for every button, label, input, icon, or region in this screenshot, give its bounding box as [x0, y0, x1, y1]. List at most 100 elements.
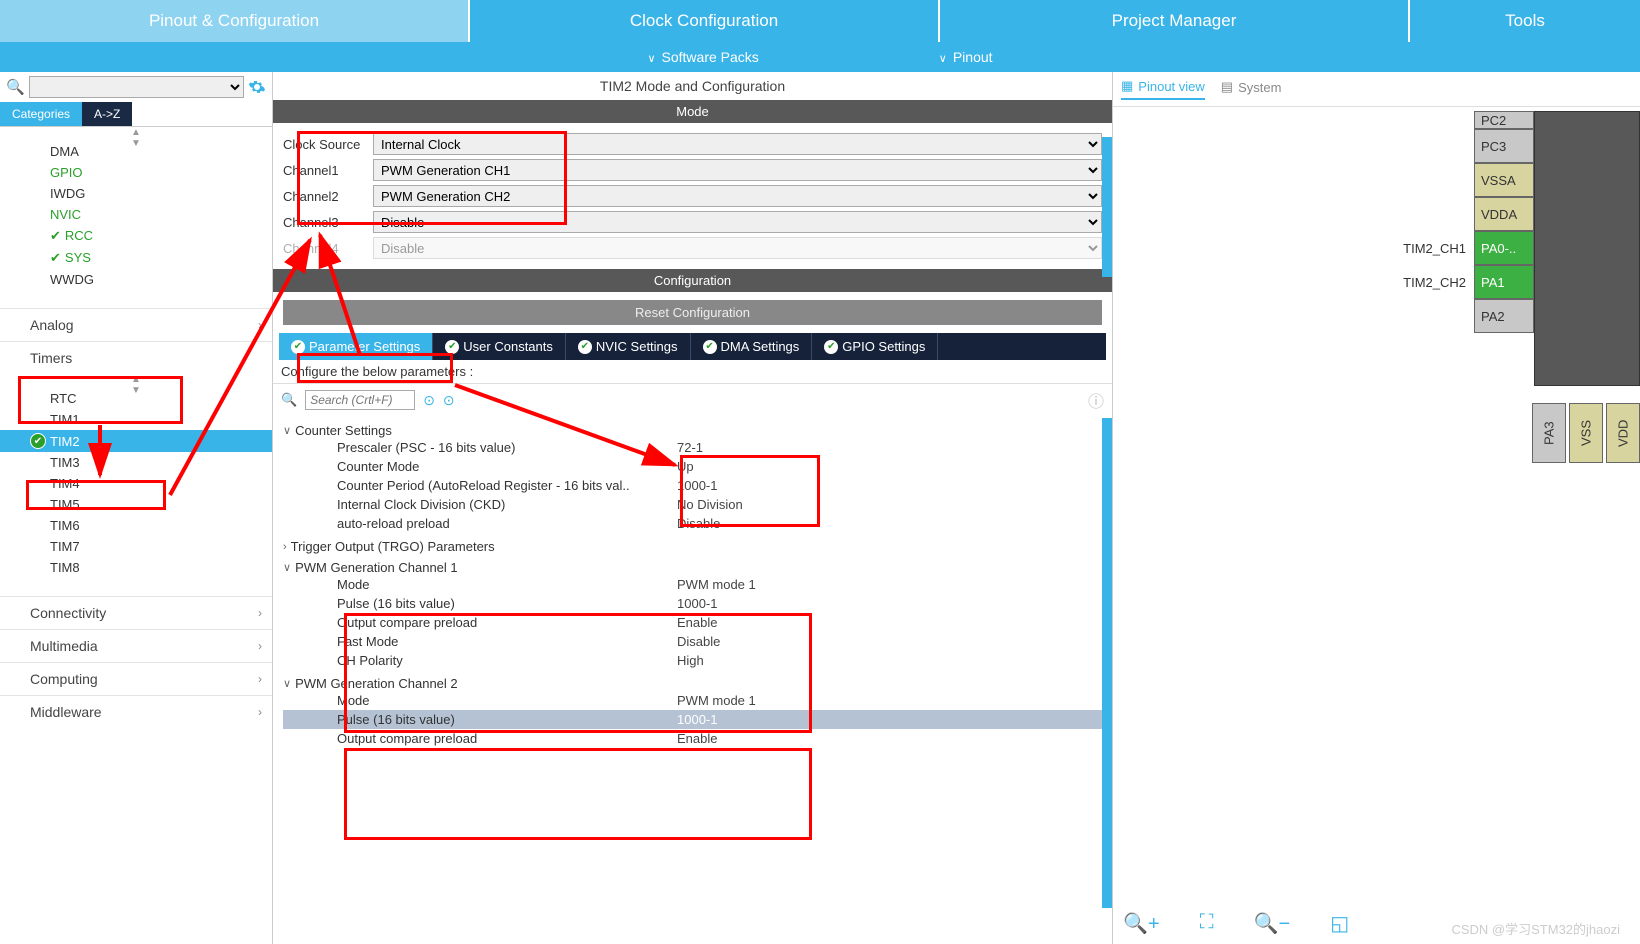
value-pwm1-mode[interactable]: PWM mode 1 [677, 577, 1102, 592]
select-channel3[interactable]: Disable [373, 211, 1102, 233]
param-auto-reload[interactable]: auto-reload preload [337, 516, 677, 531]
param-counter-mode[interactable]: Counter Mode [337, 459, 677, 474]
select-channel4[interactable]: Disable [373, 237, 1102, 259]
value-pwm1-polarity[interactable]: High [677, 653, 1102, 668]
value-pwm2-preload[interactable]: Enable [677, 731, 1102, 746]
pin-vssa[interactable]: VSSA [1474, 163, 1534, 197]
prev-button[interactable]: ⊙ [423, 392, 435, 409]
param-ckd[interactable]: Internal Clock Division (CKD) [337, 497, 677, 512]
sidebar-item-rcc[interactable]: ✔RCC [0, 225, 272, 247]
pin-pc3[interactable]: PC3 [1474, 129, 1534, 163]
tab-az[interactable]: A->Z [82, 102, 132, 126]
group-timers[interactable]: Timers [0, 341, 272, 374]
tab-tools[interactable]: Tools [1410, 0, 1640, 42]
group-connectivity[interactable]: Connectivity› [0, 596, 272, 629]
group-analog[interactable]: Analog› [0, 308, 272, 341]
sidebar-item-wwdg[interactable]: WWDG [0, 269, 272, 290]
select-channel2[interactable]: PWM Generation CH2 [373, 185, 1102, 207]
sidebar-item-tim4[interactable]: TIM4 [0, 473, 272, 494]
sidebar-item-tim1[interactable]: TIM1 [0, 409, 272, 430]
chevron-right-icon: › [258, 672, 262, 686]
pin-pa1[interactable]: PA1 [1474, 265, 1534, 299]
pin-vss[interactable]: VSS [1569, 403, 1603, 463]
param-pwm2-pulse[interactable]: Pulse (16 bits value) [337, 712, 677, 727]
tab-clock-config[interactable]: Clock Configuration [470, 0, 940, 42]
pin-pa2[interactable]: PA2 [1474, 299, 1534, 333]
group-pwm-ch2[interactable]: ∨PWM Generation Channel 2 [283, 676, 1102, 691]
value-pwm1-preload[interactable]: Enable [677, 615, 1102, 630]
param-pwm1-fast[interactable]: Fast Mode [337, 634, 677, 649]
sidebar-item-tim6[interactable]: TIM6 [0, 515, 272, 536]
value-auto-reload[interactable]: Disable [677, 516, 1102, 531]
tab-project-manager[interactable]: Project Manager [940, 0, 1410, 42]
sidebar-item-gpio[interactable]: GPIO [0, 162, 272, 183]
rotate-icon[interactable]: ◱ [1330, 911, 1349, 936]
tab-system-view[interactable]: ▤System [1221, 78, 1282, 100]
gear-icon[interactable] [248, 78, 266, 96]
subtab-user-constants[interactable]: ✔User Constants [433, 333, 566, 360]
group-multimedia[interactable]: Multimedia› [0, 629, 272, 662]
sidebar-item-tim8[interactable]: TIM8 [0, 557, 272, 578]
subtab-dma-settings[interactable]: ✔DMA Settings [691, 333, 813, 360]
pin-pa3[interactable]: PA3 [1532, 403, 1566, 463]
group-pwm-ch1[interactable]: ∨PWM Generation Channel 1 [283, 560, 1102, 575]
pinout-diagram[interactable]: PC2 PC3 VSSA VDDA TIM2_CH1PA0-.. TIM2_CH… [1113, 107, 1640, 944]
value-pwm1-pulse[interactable]: 1000-1 [677, 596, 1102, 611]
sidebar-item-tim5[interactable]: TIM5 [0, 494, 272, 515]
param-pwm1-mode[interactable]: Mode [337, 577, 677, 592]
subtab-parameter-settings[interactable]: ✔Parameter Settings [279, 333, 433, 360]
tab-pinout-view[interactable]: ▦Pinout view [1121, 78, 1205, 100]
sort-icon[interactable]: ▲▼ [0, 374, 272, 388]
group-trgo[interactable]: ›Trigger Output (TRGO) Parameters [283, 539, 1102, 554]
param-search-input[interactable] [305, 390, 415, 410]
param-pwm1-preload[interactable]: Output compare preload [337, 615, 677, 630]
value-counter-mode[interactable]: Up [677, 459, 1102, 474]
select-channel1[interactable]: PWM Generation CH1 [373, 159, 1102, 181]
tab-categories[interactable]: Categories [0, 102, 82, 126]
param-counter-period[interactable]: Counter Period (AutoReload Register - 16… [337, 478, 677, 493]
zoom-in-icon[interactable]: 🔍+ [1123, 911, 1160, 936]
params-scrollbar[interactable] [1102, 418, 1112, 908]
check-icon: ✔ [578, 340, 592, 354]
sidebar-item-tim3[interactable]: TIM3 [0, 452, 272, 473]
reset-configuration-button[interactable]: Reset Configuration [283, 300, 1102, 325]
group-counter-settings[interactable]: ∨Counter Settings [283, 423, 1102, 438]
tab-pinout-config[interactable]: Pinout & Configuration [0, 0, 470, 42]
subtab-nvic-settings[interactable]: ✔NVIC Settings [566, 333, 691, 360]
zoom-out-icon[interactable]: 🔍− [1254, 911, 1291, 936]
param-pwm2-mode[interactable]: Mode [337, 693, 677, 708]
sidebar-item-tim2[interactable]: ✔TIM2 [0, 430, 272, 452]
value-counter-period[interactable]: 1000-1 [677, 478, 1102, 493]
pin-vdd[interactable]: VDD [1606, 403, 1640, 463]
sidebar-item-sys[interactable]: ✔SYS [0, 247, 272, 269]
value-pwm1-fast[interactable]: Disable [677, 634, 1102, 649]
value-ckd[interactable]: No Division [677, 497, 1102, 512]
subnav-software-packs[interactable]: ∨Software Packs [647, 49, 758, 65]
subnav-pinout[interactable]: ∨Pinout [939, 49, 993, 65]
param-prescaler[interactable]: Prescaler (PSC - 16 bits value) [337, 440, 677, 455]
sidebar-item-tim7[interactable]: TIM7 [0, 536, 272, 557]
left-panel: 🔍 Categories A->Z ▲▼ DMA GPIO IWDG NVIC … [0, 72, 273, 944]
param-pwm2-preload[interactable]: Output compare preload [337, 731, 677, 746]
param-pwm1-pulse[interactable]: Pulse (16 bits value) [337, 596, 677, 611]
param-pwm1-polarity[interactable]: CH Polarity [337, 653, 677, 668]
peripheral-search-select[interactable] [29, 76, 244, 98]
group-computing[interactable]: Computing› [0, 662, 272, 695]
next-button[interactable]: ⊙ [443, 392, 455, 409]
pin-pa0[interactable]: PA0-.. [1474, 231, 1534, 265]
pin-vdda[interactable]: VDDA [1474, 197, 1534, 231]
fit-icon[interactable]: ⛶ [1200, 911, 1214, 936]
sidebar-item-nvic[interactable]: NVIC [0, 204, 272, 225]
value-pwm2-pulse[interactable]: 1000-1 [677, 712, 1102, 727]
sort-icon[interactable]: ▲▼ [0, 127, 272, 141]
subtab-gpio-settings[interactable]: ✔GPIO Settings [812, 333, 938, 360]
select-clock-source[interactable]: Internal Clock [373, 133, 1102, 155]
value-prescaler[interactable]: 72-1 [677, 440, 1102, 455]
value-pwm2-mode[interactable]: PWM mode 1 [677, 693, 1102, 708]
mode-scrollbar[interactable] [1102, 137, 1112, 277]
pin-pc2[interactable]: PC2 [1474, 111, 1534, 129]
sidebar-item-iwdg[interactable]: IWDG [0, 183, 272, 204]
info-icon[interactable]: ⓘ [1088, 388, 1104, 412]
group-middleware[interactable]: Middleware› [0, 695, 272, 728]
check-icon: ✔ [50, 228, 61, 243]
